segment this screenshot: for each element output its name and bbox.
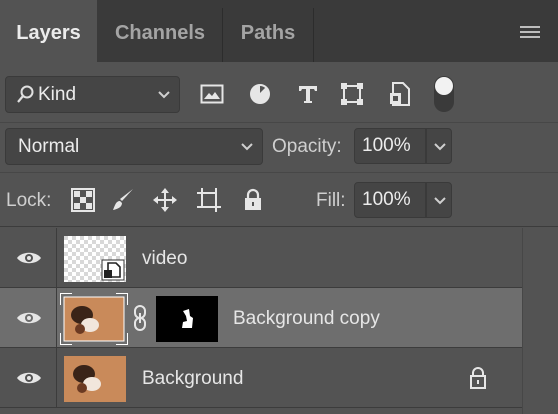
layer-row-background-copy[interactable]: Background copy [0,288,522,348]
tab-channels[interactable]: Channels [98,0,222,62]
layer-row-background[interactable]: Background [0,348,522,408]
tab-layers[interactable]: Layers [0,0,97,62]
layer-thumbnail [60,293,128,345]
opacity-label: Opacity: [272,136,342,157]
search-icon [17,85,34,103]
chevron-down-icon [434,197,446,205]
tab-paths[interactable]: Paths [223,0,313,62]
toggle-knob [435,77,453,95]
prevent-auto-nesting-icon[interactable] [196,187,222,213]
layer-name[interactable]: video [142,248,187,270]
fill-input[interactable]: 100% [354,182,426,218]
lock-transparent-pixels-icon[interactable] [70,187,96,213]
type-filter-icon[interactable] [294,80,322,108]
opacity-input[interactable]: 100% [354,128,426,164]
eye-icon [17,312,41,324]
chevron-down-icon [434,143,446,151]
layer-thumbnail [64,236,126,282]
divider [0,226,558,227]
divider [0,172,558,173]
fill-slider-button[interactable] [426,182,452,218]
lock-icon [470,367,486,389]
filter-toggle-switch[interactable] [434,76,454,112]
layer-name[interactable]: Background [142,368,243,390]
visibility-toggle[interactable] [0,228,57,288]
panel-menu-icon[interactable] [520,26,540,39]
lock-label: Lock: [6,190,52,211]
chevron-down-icon [241,142,253,150]
opacity-slider-button[interactable] [426,128,452,164]
filter-kind-label: Kind [38,84,77,105]
lock-position-icon[interactable] [152,187,178,213]
tab-divider [313,8,314,62]
eye-icon [17,252,41,264]
layer-row-video[interactable]: video [0,228,522,288]
adjustment-filter-icon[interactable] [246,80,274,108]
smart-object-filter-icon[interactable] [386,80,414,108]
layers-list: video Background copy Background [0,228,558,414]
link-mask-icon[interactable] [132,304,148,332]
visibility-toggle[interactable] [0,288,57,348]
fill-label: Fill: [316,190,346,211]
shape-filter-icon[interactable] [338,80,366,108]
blend-mode-dropdown[interactable]: Normal [5,128,263,165]
image-filter-icon[interactable] [198,80,226,108]
panel-tab-bar: Layers Channels Paths [0,0,558,62]
visibility-toggle[interactable] [0,348,57,408]
layer-thumbnail [64,356,126,402]
lock-image-pixels-icon[interactable] [110,187,136,213]
eye-icon [17,372,41,384]
layer-mask-thumbnail[interactable] [156,296,218,342]
chevron-down-icon [158,90,170,98]
layer-name[interactable]: Background copy [233,308,380,330]
divider [0,122,558,123]
layers-scrollbar[interactable] [522,228,558,414]
filter-kind-dropdown[interactable]: Kind [5,76,180,113]
lock-all-icon[interactable] [240,187,266,213]
blend-mode-value: Normal [18,136,80,157]
